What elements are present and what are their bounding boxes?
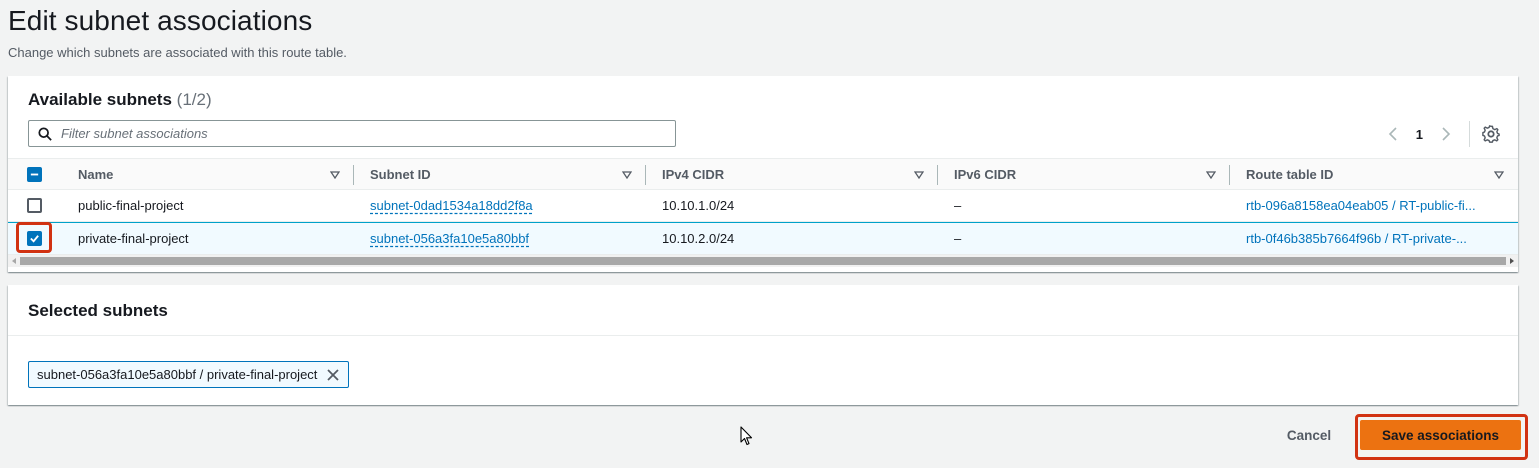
filter-subnet-input[interactable] bbox=[61, 121, 675, 146]
page-title: Edit subnet associations bbox=[8, 5, 313, 36]
select-all-checkbox[interactable] bbox=[27, 166, 42, 182]
gear-icon[interactable] bbox=[1482, 125, 1500, 143]
chevron-right-icon[interactable] bbox=[1441, 126, 1451, 142]
selected-subnet-token: subnet-056a3fa10e5a80bbf / private-final… bbox=[28, 361, 350, 388]
mouse-cursor-icon bbox=[740, 426, 753, 446]
column-header-label: Name bbox=[78, 166, 114, 182]
subnet-id-link[interactable]: subnet-0dad1534a18dd2f8a bbox=[370, 198, 533, 213]
subnets-table: Name Subnet ID IPv4 CIDR IPv6 CIDR Route… bbox=[8, 158, 1518, 255]
cell-subnet-id: subnet-0dad1534a18dd2f8a bbox=[354, 190, 646, 221]
sort-down-icon[interactable] bbox=[1206, 171, 1216, 179]
cell-ipv6-cidr: – bbox=[954, 231, 962, 246]
cell-subnet-id: subnet-056a3fa10e5a80bbf bbox=[354, 223, 646, 254]
available-subnets-title: Available subnets bbox=[28, 90, 172, 109]
available-subnets-panel: Available subnets (1/2) 1 bbox=[8, 76, 1518, 272]
sort-down-icon[interactable] bbox=[914, 171, 924, 179]
page-description: Change which subnets are associated with… bbox=[8, 45, 347, 60]
header-select-cell bbox=[8, 159, 62, 189]
token-label: subnet-056a3fa10e5a80bbf / private-final… bbox=[37, 367, 318, 382]
sort-down-icon[interactable] bbox=[330, 171, 340, 179]
scroll-left-icon[interactable] bbox=[10, 257, 18, 265]
selected-subnets-title: Selected subnets bbox=[28, 301, 168, 320]
chevron-left-icon[interactable] bbox=[1388, 126, 1398, 142]
search-icon bbox=[38, 126, 52, 141]
cell-route-table-id: rtb-0f46b385b7664f96b / RT-private-... bbox=[1230, 223, 1518, 254]
close-icon[interactable] bbox=[326, 368, 340, 382]
route-table-link[interactable]: rtb-0f46b385b7664f96b / RT-private-... bbox=[1246, 231, 1467, 246]
cell-name: private-final-project bbox=[78, 231, 189, 246]
table-row[interactable]: private-final-project subnet-056a3fa10e5… bbox=[8, 222, 1518, 255]
checkbox-highlight bbox=[16, 222, 52, 253]
cell-name: public-final-project bbox=[78, 198, 184, 213]
sort-down-icon[interactable] bbox=[1494, 171, 1504, 179]
save-associations-button[interactable]: Save associations bbox=[1360, 420, 1521, 450]
selected-subnets-panel: Selected subnets subnet-056a3fa10e5a80bb… bbox=[8, 285, 1518, 405]
cell-ipv4-cidr: 10.10.2.0/24 bbox=[662, 231, 735, 246]
page-number[interactable]: 1 bbox=[1416, 127, 1423, 142]
route-table-link[interactable]: rtb-096a8158ea04eab05 / RT-public-fi... bbox=[1246, 198, 1476, 213]
row-checkbox[interactable] bbox=[27, 198, 42, 213]
column-header-ipv6-cidr[interactable]: IPv6 CIDR bbox=[938, 159, 1230, 189]
cell-ipv6-cidr: – bbox=[954, 198, 962, 213]
table-row[interactable]: public-final-project subnet-0dad1534a18d… bbox=[8, 190, 1518, 222]
column-header-label: IPv4 CIDR bbox=[662, 166, 725, 182]
cell-route-table-id: rtb-096a8158ea04eab05 / RT-public-fi... bbox=[1230, 190, 1518, 221]
scrollbar-thumb[interactable] bbox=[20, 257, 1506, 265]
column-header-label: Subnet ID bbox=[370, 166, 431, 182]
subnet-id-link[interactable]: subnet-056a3fa10e5a80bbf bbox=[370, 231, 529, 246]
table-header-row: Name Subnet ID IPv4 CIDR IPv6 CIDR Route… bbox=[8, 158, 1518, 190]
row-select-cell bbox=[8, 190, 62, 221]
scroll-right-icon[interactable] bbox=[1508, 257, 1516, 265]
pager-divider bbox=[1469, 121, 1470, 147]
column-header-subnet-id[interactable]: Subnet ID bbox=[354, 159, 646, 189]
column-header-ipv4-cidr[interactable]: IPv4 CIDR bbox=[646, 159, 938, 189]
panel-divider bbox=[8, 335, 1518, 336]
available-subnets-count: (1/2) bbox=[176, 90, 212, 109]
filter-box[interactable] bbox=[28, 120, 676, 147]
column-header-label: Route table ID bbox=[1246, 166, 1334, 182]
sort-down-icon[interactable] bbox=[622, 171, 632, 179]
minus-icon bbox=[30, 173, 39, 175]
horizontal-scrollbar[interactable] bbox=[8, 254, 1518, 267]
available-subnets-heading: Available subnets (1/2) bbox=[28, 90, 212, 110]
cancel-button[interactable]: Cancel bbox=[1276, 424, 1342, 448]
cell-ipv4-cidr: 10.10.1.0/24 bbox=[662, 198, 735, 213]
pagination: 1 bbox=[1388, 121, 1500, 147]
column-header-route-table-id[interactable]: Route table ID bbox=[1230, 159, 1518, 189]
column-header-label: IPv6 CIDR bbox=[954, 166, 1017, 182]
column-header-name[interactable]: Name bbox=[62, 159, 354, 189]
